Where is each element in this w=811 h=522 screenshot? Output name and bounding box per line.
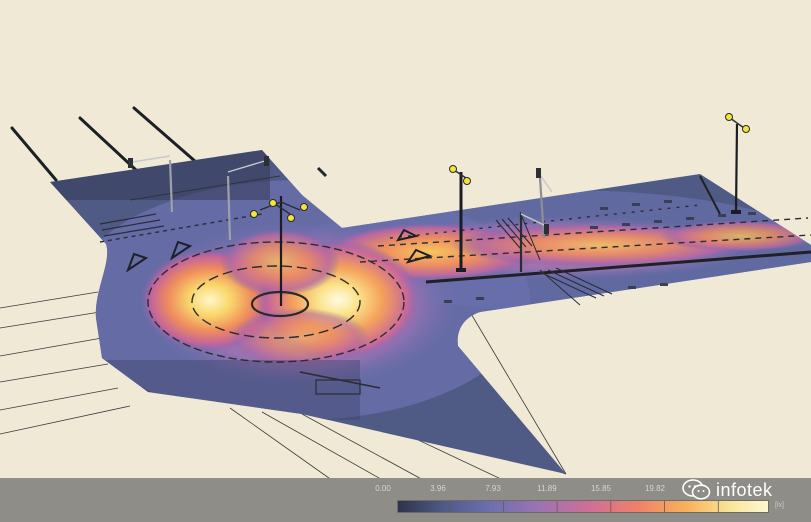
legend-tick: 11.89 (537, 484, 557, 493)
brand-name: infotek (716, 479, 773, 500)
illuminance-render (0, 106, 811, 501)
legend-unit: [lx] (775, 502, 784, 509)
road-surface (50, 150, 811, 474)
legend-tick: 15.85 (590, 484, 612, 493)
legend-tick: 3.96 (430, 484, 446, 493)
legend-tick: 0.00 (375, 484, 391, 493)
legend-tick: 7.93 (485, 484, 501, 493)
brand-watermark: infotek (682, 477, 773, 503)
distant-marker (316, 166, 328, 178)
wechat-icon (682, 479, 711, 500)
legend-tick: 19.82 (644, 484, 666, 493)
